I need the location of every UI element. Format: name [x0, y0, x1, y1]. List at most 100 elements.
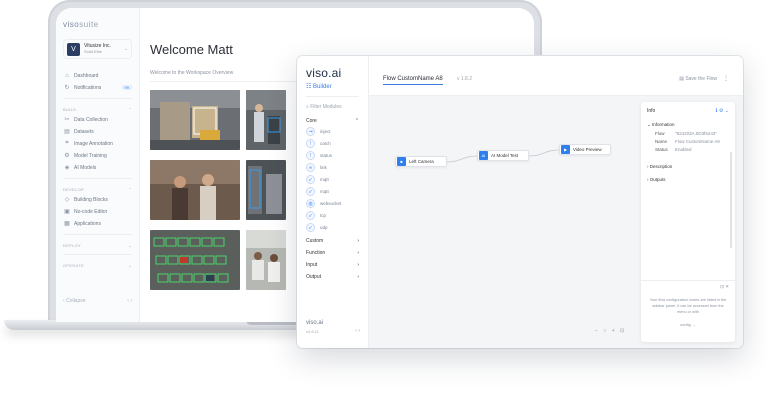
panel-actions[interactable]: ⊡ ✕	[720, 284, 729, 290]
category-core[interactable]: Core ⌃	[306, 118, 359, 124]
section-build[interactable]: BUILD ⌃	[63, 107, 132, 112]
org-badge: V	[67, 42, 80, 56]
section-label: OPERATE	[63, 263, 84, 268]
divider	[306, 96, 359, 97]
sidebar-item-data-collection[interactable]: ✂ Data Collection	[63, 115, 132, 124]
collapse-button[interactable]: ‹ Collapse	[63, 298, 86, 304]
module-mqtt-in[interactable]: ➶ mqtt	[306, 175, 359, 184]
preview-icon: ▶	[561, 145, 570, 154]
chevron-up-icon: ⌃	[354, 118, 359, 124]
module-status[interactable]: ! status	[306, 151, 359, 160]
section-information[interactable]: ⌄ Information	[647, 122, 729, 128]
category-input[interactable]: Input ›	[306, 262, 359, 268]
video-thumbnail-parking[interactable]	[150, 230, 240, 290]
section-operate[interactable]: OPERATE ⌄	[63, 263, 132, 268]
module-udp[interactable]: ➶ udp	[306, 223, 359, 232]
factory-scene-image	[246, 230, 286, 290]
save-flow-button[interactable]: ▤ Save the Flow	[679, 76, 717, 82]
category-custom[interactable]: Custom ›	[306, 238, 359, 244]
video-thumbnail-people[interactable]	[150, 160, 240, 220]
node-label: AI Model Test	[491, 153, 519, 158]
ai-icon: AI	[479, 151, 488, 160]
zoom-controls[interactable]: − ○ + ⊡	[595, 328, 626, 334]
node-ai-model-test[interactable]: AI AI Model Test	[477, 150, 529, 161]
link-icon: ∞	[306, 163, 315, 172]
section-deploy[interactable]: DEPLOY ⌄	[63, 243, 132, 248]
sidebar-item-datasets[interactable]: ▤ Datasets	[63, 127, 132, 136]
module-label: catch	[320, 141, 331, 146]
builder-sidebar: viso.ai ☷ Builder ⌕ Filter Modules Core …	[297, 56, 369, 348]
module-tcp[interactable]: ➶ tcp	[306, 211, 359, 220]
sidebar-item-ai-models[interactable]: ◈ AI Models	[63, 163, 132, 172]
scrollbar[interactable]	[730, 152, 732, 248]
info-row-status: Status Enabled	[647, 147, 729, 152]
module-label: inject	[320, 129, 331, 134]
gear-icon: ⚙	[64, 153, 70, 159]
video-thumbnail-workers[interactable]	[246, 90, 286, 150]
annotation-icon: ⌗	[65, 140, 69, 146]
video-thumbnail-warehouse[interactable]	[150, 90, 240, 150]
module-inject[interactable]: ⇥ inject	[306, 127, 359, 136]
category-output[interactable]: Output ›	[306, 274, 359, 280]
org-switcher[interactable]: V Vitusize Inc. Solid Elite ⌄	[63, 39, 132, 59]
sidebar-item-image-annotation[interactable]: ⌗ Image Annotation	[63, 139, 132, 148]
divider	[63, 254, 132, 255]
builder-nav-link[interactable]: ☷ Builder	[306, 83, 359, 90]
module-label: websocket	[320, 201, 342, 206]
video-thumbnail-factory[interactable]	[246, 230, 286, 290]
module-label: mqtt	[320, 189, 329, 194]
parking-lot-image	[150, 230, 240, 290]
sidebar-item-label: Notifications	[74, 84, 102, 91]
config-link[interactable]: config →	[641, 322, 735, 327]
module-label: link	[320, 165, 327, 170]
sidebar-item-applications[interactable]: ▦ Applications	[63, 219, 132, 228]
category-function[interactable]: Function ›	[306, 250, 359, 256]
sidebar-item-building-blocks[interactable]: ◇ Building Blocks	[63, 195, 132, 204]
section-description[interactable]: › Description	[647, 164, 729, 169]
info-icon[interactable]: ℹ ⚙ ⌄	[716, 108, 729, 114]
node-left-camera[interactable]: ■ Left Camera	[395, 156, 447, 167]
module-mqtt-out[interactable]: ➶ mqtt	[306, 187, 359, 196]
pager-controls[interactable]: ‹ ›	[127, 298, 132, 304]
info-value: Enabled	[675, 147, 692, 152]
video-thumbnail-storage[interactable]	[246, 160, 286, 220]
save-label: Save the Flow	[685, 76, 717, 82]
builder-header: Flow CustomName A8 v 1.8.2 ▤ Save the Fl…	[369, 56, 743, 96]
globe-icon: ◍	[306, 199, 315, 208]
tab-flow[interactable]: Flow CustomName A8	[383, 76, 443, 85]
sidebar-item-label: Dashboard	[74, 72, 99, 79]
footer-version: v2.8.11	[306, 329, 319, 334]
sidebar-item-label: Image Annotation	[74, 140, 113, 147]
page-title: Welcome Matt	[150, 42, 233, 57]
more-options-icon[interactable]: ⋮	[723, 75, 729, 82]
suite-logo: visosuite	[63, 20, 132, 29]
sidebar-item-label: Model Training	[74, 152, 107, 159]
module-catch[interactable]: ! catch	[306, 139, 359, 148]
sidebar-item-no-code-editor[interactable]: ▣ No-code Editor	[63, 207, 132, 216]
sidebar-item-model-training[interactable]: ⚙ Model Training	[63, 151, 132, 160]
notification-badge: 99	[121, 85, 132, 90]
chevron-down-icon: ⌄	[123, 46, 128, 52]
section-label: Description	[649, 164, 673, 169]
module-link[interactable]: ∞ link	[306, 163, 359, 172]
sidebar-item-notifications[interactable]: ↻ Notifications 99	[63, 83, 132, 92]
dataset-icon: ▤	[64, 129, 70, 135]
node-label: Left Camera	[409, 159, 434, 164]
footer-nav[interactable]: ‹ ›	[355, 328, 360, 334]
category-label: Core	[306, 118, 317, 124]
sidebar-item-label: Data Collection	[74, 116, 108, 123]
filter-modules-input[interactable]: ⌕ Filter Modules	[306, 104, 359, 110]
sidebar-item-dashboard[interactable]: ⌂ Dashboard	[63, 71, 132, 80]
section-develop[interactable]: DEVELOP ⌃	[63, 187, 132, 192]
chevron-up-icon: ⌃	[128, 187, 132, 192]
module-websocket[interactable]: ◍ websocket	[306, 199, 359, 208]
flow-version: v 1.8.2	[457, 76, 473, 82]
sidebar-footer: ‹ Collapse ‹ ›	[63, 298, 132, 304]
info-row-flow: Flow "924203A.5D3f6243"	[647, 131, 729, 136]
node-video-preview[interactable]: ▶ Video Preview	[559, 144, 611, 155]
section-outputs[interactable]: › Outputs	[647, 177, 729, 182]
chevron-right-icon: ›	[357, 262, 359, 268]
module-label: status	[320, 153, 333, 158]
sidebar-item-label: Applications	[74, 220, 101, 227]
info-key: Name	[655, 139, 668, 144]
